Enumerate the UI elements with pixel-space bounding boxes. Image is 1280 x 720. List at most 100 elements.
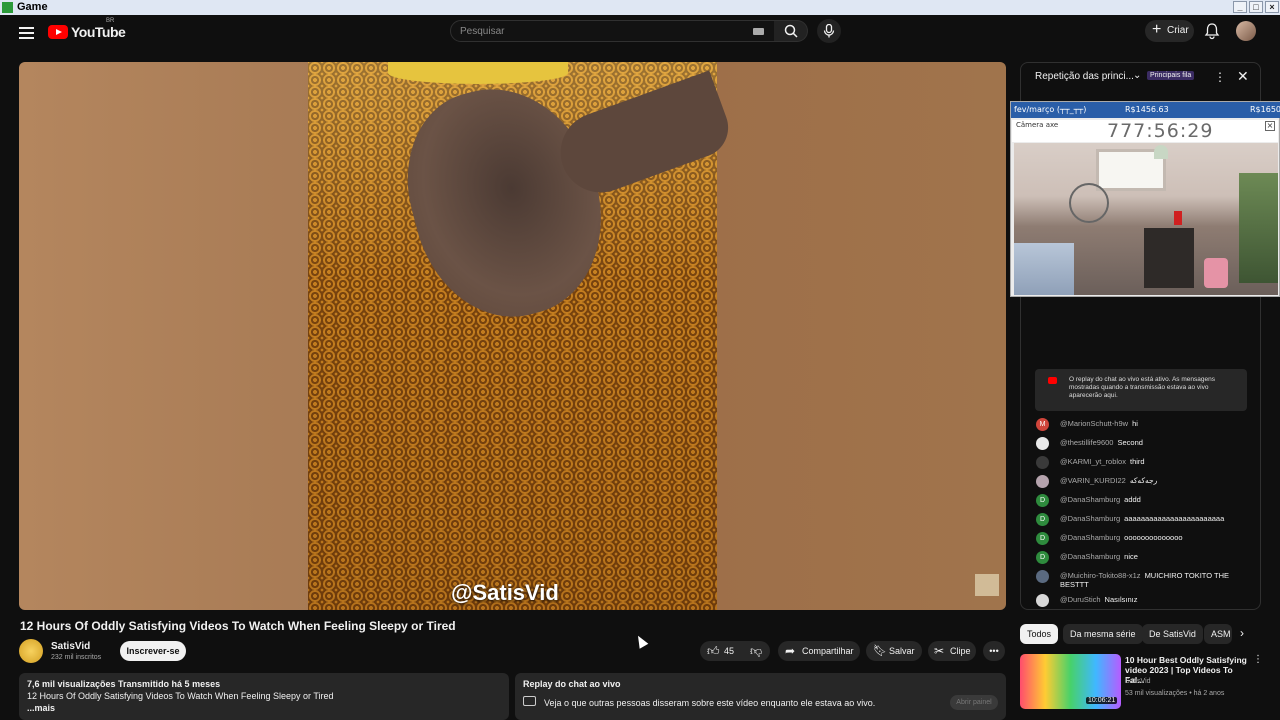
- chat-author[interactable]: @Muichiro-Tokito88-x1z: [1060, 571, 1141, 580]
- like-count[interactable]: 45: [724, 641, 734, 661]
- chat-author[interactable]: @MarionSchutt-h9w: [1060, 419, 1128, 428]
- tab-all[interactable]: Todos: [1020, 624, 1059, 644]
- show-more-link[interactable]: ...mais: [27, 703, 55, 713]
- subscribe-button[interactable]: Inscrever-se: [120, 641, 186, 661]
- chat-author[interactable]: @VARIN_KURDI22: [1060, 476, 1126, 485]
- stream-overlay: fev/março (┬┬_┬┬) R$1456.63 R$1650 Câmer…: [1010, 101, 1280, 297]
- chat-avatar[interactable]: M: [1036, 418, 1049, 431]
- chat-mode-title[interactable]: Repetição das princi...: [1035, 71, 1134, 82]
- youtube-icon: [1048, 377, 1057, 384]
- video-title: 12 Hours Of Oddly Satisfying Videos To W…: [20, 619, 456, 633]
- more-vertical-icon[interactable]: ⋮: [1253, 654, 1263, 665]
- search-input[interactable]: [460, 24, 740, 39]
- channel-name[interactable]: SatisVid: [51, 641, 90, 652]
- chat-author[interactable]: @KARMI_yt_roblox: [1060, 457, 1126, 466]
- more-actions-button[interactable]: •••: [983, 641, 1005, 661]
- chat-message: D @DanaShamburg aaaaaaaaaaaaaaaaaaaaaaaa: [1035, 512, 1257, 531]
- replay-description: Veja o que outras pessoas disseram sobre…: [544, 698, 876, 708]
- description-box[interactable]: 7,6 mil visualizações Transmitido há 5 m…: [19, 673, 509, 720]
- subscriber-count: 232 mil inscritos: [51, 654, 102, 661]
- share-button[interactable]: ➦ Compartilhar: [778, 641, 860, 661]
- plus-icon: +: [1152, 21, 1162, 38]
- recommended-channel[interactable]: SatisVid: [1125, 678, 1151, 685]
- chat-message: @DuruStich Nasılsınız: [1035, 593, 1257, 612]
- keyboard-icon[interactable]: [753, 28, 764, 35]
- chat-message: D @DanaShamburg nice: [1035, 550, 1257, 569]
- tab-same-series[interactable]: Da mesma série: [1063, 624, 1143, 644]
- channel-watermark-icon[interactable]: [975, 574, 999, 596]
- chat-message: @VARIN_KURDI22 رجەکەکە: [1035, 474, 1257, 493]
- cam-lamp: [1154, 145, 1168, 159]
- search-button[interactable]: [774, 20, 808, 42]
- overlay-label: fev/março (┬┬_┬┬): [1014, 105, 1087, 114]
- chat-avatar[interactable]: D: [1036, 551, 1049, 564]
- close-window-button[interactable]: ×: [1265, 1, 1279, 13]
- tab-from-channel[interactable]: De SatisVid: [1142, 624, 1203, 644]
- video-frame: @SatisVid: [308, 62, 737, 610]
- notifications-bell-icon[interactable]: [1203, 22, 1221, 40]
- chevron-right-icon[interactable]: ›: [1240, 626, 1244, 640]
- chat-avatar[interactable]: [1036, 456, 1049, 469]
- chat-author[interactable]: @DuruStich: [1060, 595, 1101, 604]
- timer-bar: Câmera axe 777:56:29 ×: [1012, 120, 1278, 142]
- app-icon: [2, 2, 13, 13]
- chat-author[interactable]: @thestillife9600: [1060, 438, 1113, 447]
- video-watermark: @SatisVid: [451, 580, 559, 605]
- cam-bed: [1014, 243, 1074, 295]
- chat-replay-card: Replay do chat ao vivo Veja o que outras…: [515, 673, 1006, 720]
- stream-timer: 777:56:29: [1107, 120, 1214, 142]
- chat-message: @Muichiro-Tokito88-x1z MUICHIRO TOKITO TH…: [1035, 569, 1257, 593]
- search-box[interactable]: [450, 20, 775, 42]
- minimize-button[interactable]: _: [1233, 1, 1247, 13]
- recommended-video[interactable]: 10:06:21 10 Hour Best Oddly Satisfying v…: [1020, 652, 1263, 712]
- chat-message: D @DanaShamburg oooooooooooooo: [1035, 531, 1257, 550]
- open-panel-button[interactable]: Abrir painel: [950, 695, 998, 710]
- chat-author[interactable]: @DanaShamburg: [1060, 495, 1120, 504]
- chevron-down-icon[interactable]: ⌄: [1133, 70, 1141, 81]
- cam-pink-object: [1204, 258, 1228, 288]
- chat-more-icon[interactable]: ⋮: [1214, 70, 1226, 84]
- chat-text: Nasılsınız: [1104, 595, 1138, 604]
- chat-text: aaaaaaaaaaaaaaaaaaaaaaaa: [1124, 514, 1225, 523]
- replay-heading: Replay do chat ao vivo: [523, 679, 621, 689]
- tab-asmr[interactable]: ASM: [1204, 624, 1232, 644]
- create-button[interactable]: + Criar: [1145, 20, 1194, 42]
- chat-avatar[interactable]: D: [1036, 513, 1049, 526]
- close-icon[interactable]: ✕: [1237, 68, 1249, 85]
- maximize-button[interactable]: □: [1249, 1, 1263, 13]
- channel-avatar[interactable]: [19, 639, 43, 663]
- window-title: Game: [17, 1, 48, 13]
- dislike-icon[interactable]: 👎︎: [750, 641, 762, 661]
- chat-text: nice: [1124, 552, 1138, 561]
- video-player[interactable]: @SatisVid: [19, 62, 1006, 610]
- account-avatar[interactable]: [1236, 21, 1256, 41]
- wooden-spoon-handle: [549, 70, 737, 204]
- overlay-close-icon[interactable]: ×: [1265, 121, 1275, 131]
- chat-text: Second: [1117, 438, 1143, 447]
- clip-label: Clipe: [950, 646, 971, 656]
- mouse-cursor: [633, 633, 649, 649]
- save-button[interactable]: 🔖︎ Salvar: [866, 641, 922, 661]
- clip-button[interactable]: ✂ Clipe: [928, 641, 976, 661]
- scissors-icon: ✂: [934, 644, 945, 658]
- save-label: Salvar: [889, 646, 915, 656]
- chat-avatar[interactable]: [1036, 475, 1049, 488]
- chat-author[interactable]: @DanaShamburg: [1060, 533, 1120, 542]
- cam-chair: [1144, 228, 1194, 288]
- chat-avatar[interactable]: [1036, 437, 1049, 450]
- chat-avatar[interactable]: [1036, 594, 1049, 607]
- chat-avatar[interactable]: D: [1036, 532, 1049, 545]
- overlay-goal: R$1650: [1250, 105, 1280, 114]
- chat-author[interactable]: @DanaShamburg: [1060, 552, 1120, 561]
- chat-avatar[interactable]: [1036, 570, 1049, 583]
- chat-text: hi: [1132, 419, 1138, 428]
- like-icon[interactable]: 👍︎: [707, 641, 720, 661]
- search-icon: [784, 24, 798, 38]
- menu-icon[interactable]: [19, 27, 34, 39]
- share-icon: ➦: [785, 644, 796, 658]
- voice-search-button[interactable]: [817, 19, 841, 43]
- chat-author[interactable]: @DanaShamburg: [1060, 514, 1120, 523]
- microphone-icon: [823, 24, 835, 38]
- camera-label: Câmera axe: [1016, 121, 1059, 129]
- chat-avatar[interactable]: D: [1036, 494, 1049, 507]
